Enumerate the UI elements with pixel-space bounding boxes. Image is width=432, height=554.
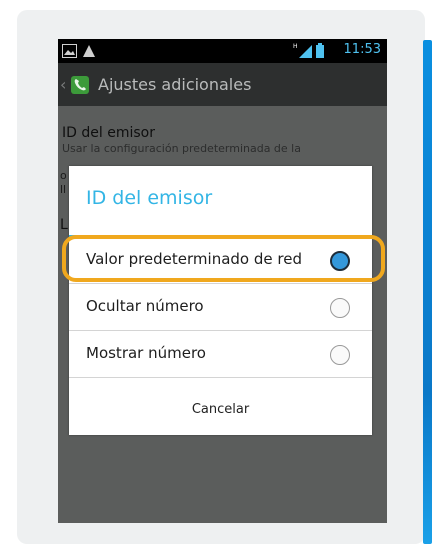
warning-icon xyxy=(82,43,96,62)
cancel-label: Cancelar xyxy=(191,402,250,417)
cancel-button[interactable]: Cancelar xyxy=(69,388,372,435)
svg-text:H: H xyxy=(293,43,298,50)
next-setting-fragment: L xyxy=(60,217,68,233)
option-show-number[interactable]: Mostrar número xyxy=(69,331,372,378)
option-hide-number[interactable]: Ocultar número xyxy=(69,284,372,331)
action-bar-title: Ajustes adicionales xyxy=(98,75,252,94)
setting-caller-id[interactable]: ID del emisor Usar la configuración pred… xyxy=(62,125,382,155)
status-time: 11:53 xyxy=(343,42,381,57)
phone-icon[interactable] xyxy=(71,76,89,94)
setting-title: ID del emisor xyxy=(62,125,155,141)
radio-unselected-icon[interactable] xyxy=(330,345,350,365)
setting-subtitle-fragment-2: ll xyxy=(60,183,67,196)
back-icon[interactable]: ‹ xyxy=(60,75,66,94)
card-accent-bar xyxy=(423,40,432,544)
option-label: Ocultar número xyxy=(86,297,204,315)
setting-subtitle-fragment: o xyxy=(60,169,67,182)
option-label: Mostrar número xyxy=(86,344,206,362)
caller-id-dialog: ID del emisor Valor predeterminado de re… xyxy=(69,166,372,435)
action-bar: ‹ Ajustes adicionales xyxy=(58,63,387,106)
signal-icon: H xyxy=(293,42,313,63)
image-icon xyxy=(62,43,77,62)
radio-unselected-icon[interactable] xyxy=(330,298,350,318)
status-bar: H 11:53 xyxy=(58,39,387,63)
highlight-outline xyxy=(62,235,385,282)
battery-icon xyxy=(316,43,324,62)
setting-subtitle: Usar la configuración predeterminada de … xyxy=(62,142,301,155)
dialog-title: ID del emisor xyxy=(86,187,213,209)
